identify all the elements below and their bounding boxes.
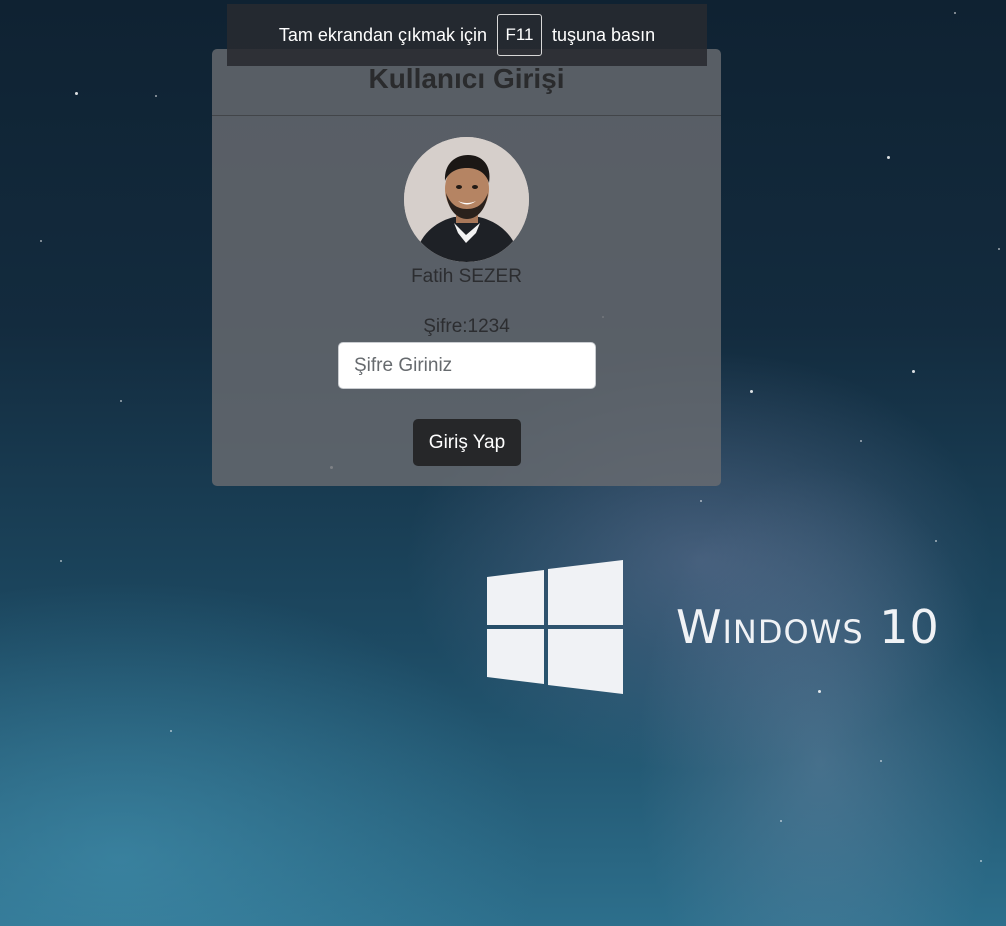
user-name: Fatih SEZER — [411, 266, 522, 287]
login-title: Kullanıcı Girişi — [368, 63, 565, 94]
windows-10-wordmark: Windows 10 — [676, 600, 940, 654]
fullscreen-hint-text-before: Tam ekrandan çıkmak için — [278, 24, 487, 45]
windows-logo-icon — [487, 560, 623, 694]
login-button[interactable]: Giriş Yap — [413, 419, 521, 466]
user-avatar — [404, 137, 529, 262]
fullscreen-exit-hint: Tam ekrandan çıkmak için F11 tuşuna bası… — [227, 4, 707, 66]
password-hint: Şifre:1234 — [423, 316, 510, 337]
f11-key-badge: F11 — [497, 14, 542, 56]
password-input[interactable] — [338, 342, 596, 389]
fullscreen-hint-text-after: tuşuna basın — [552, 24, 656, 45]
login-card: Kullanıcı Girişi Fatih SEZER Şifre:1234 … — [212, 49, 721, 486]
